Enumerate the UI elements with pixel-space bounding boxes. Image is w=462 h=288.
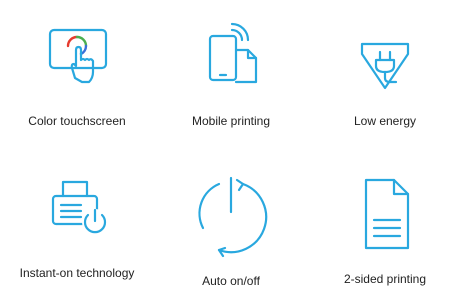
instant-on-icon (0, 176, 154, 240)
feature-label: Instant-on technology (19, 266, 135, 280)
feature-instant-on: Instant-on technology (0, 144, 154, 288)
feature-auto-on-off: Auto on/off (154, 144, 308, 288)
low-energy-icon (308, 24, 462, 94)
feature-2-sided-printing: 2-sided printing (308, 144, 462, 288)
feature-label: 2-sided printing (343, 272, 427, 286)
feature-label: Color touchscreen (28, 114, 126, 128)
feature-color-touchscreen: Color touchscreen (0, 0, 154, 144)
touchscreen-icon (0, 26, 154, 88)
feature-low-energy: Low energy (308, 0, 462, 144)
feature-label: Auto on/off (202, 274, 260, 288)
feature-label: Mobile printing (191, 114, 271, 128)
duplex-document-icon (308, 174, 462, 254)
power-icon (154, 172, 308, 262)
feature-label: Low energy (353, 114, 417, 128)
feature-mobile-printing: Mobile printing (154, 0, 308, 144)
feature-grid: Color touchscreen Mobile printing Low en… (0, 0, 462, 288)
mobile-printing-icon (154, 22, 308, 92)
